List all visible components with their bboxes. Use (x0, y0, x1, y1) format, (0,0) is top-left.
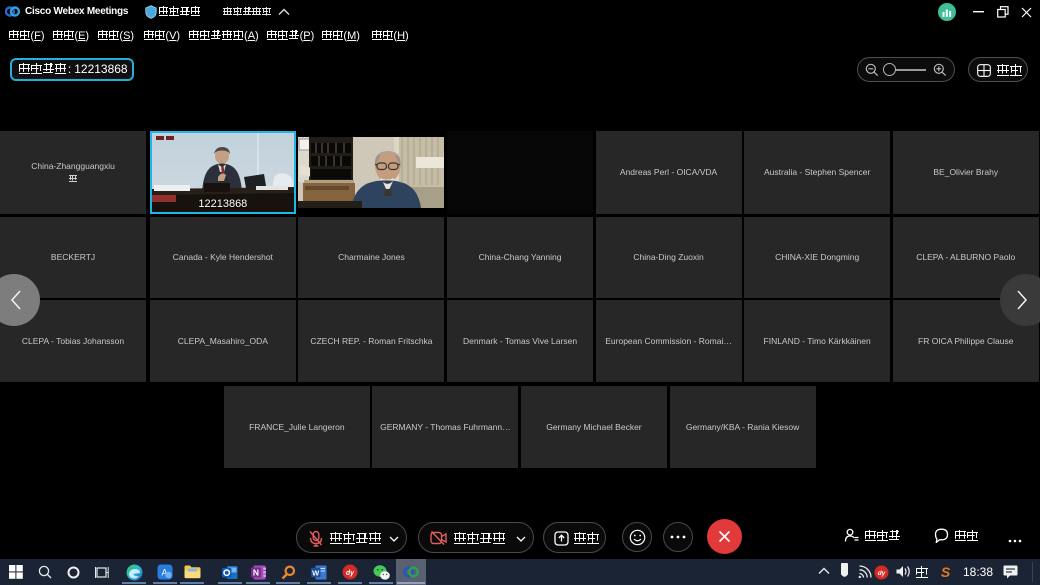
svg-text:dy: dy (346, 570, 355, 577)
svg-text:S: S (941, 564, 951, 580)
svg-text:W: W (312, 568, 320, 577)
svg-text:N: N (252, 567, 258, 577)
svg-text:dy: dy (877, 570, 885, 577)
